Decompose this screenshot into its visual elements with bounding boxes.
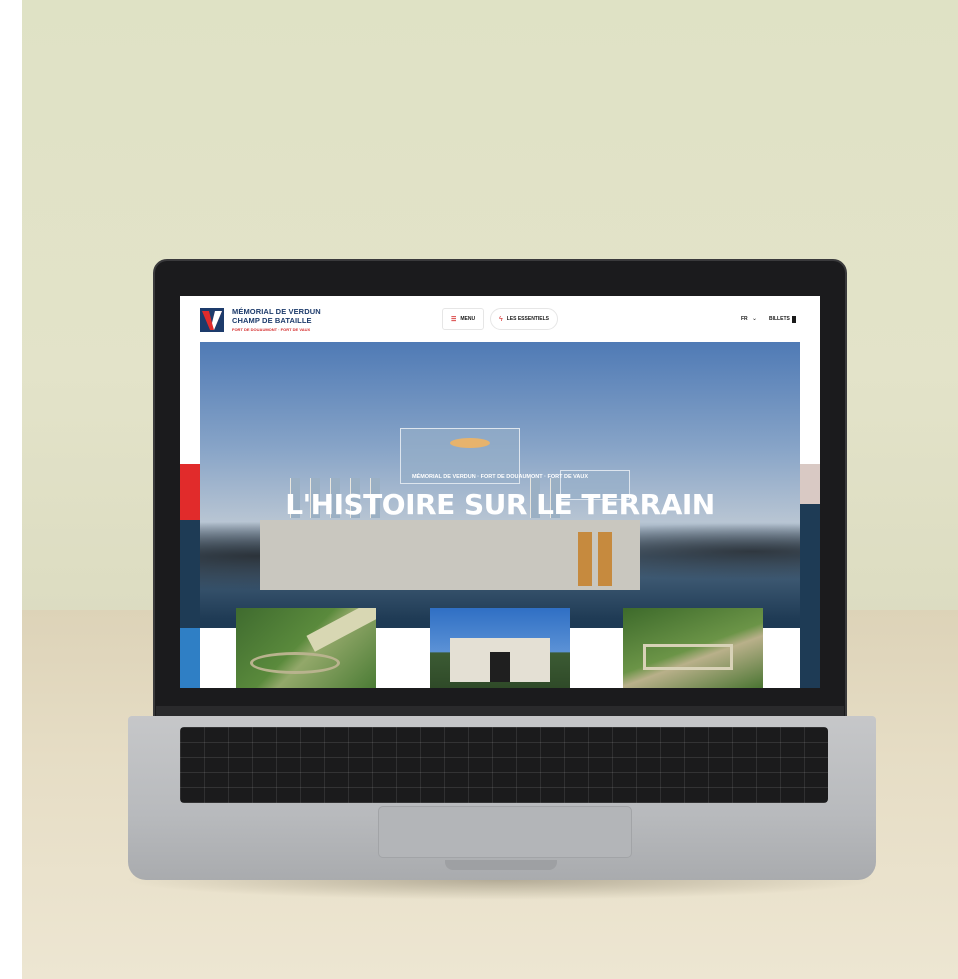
laptop-lip <box>445 860 557 870</box>
building-door <box>598 532 612 586</box>
thumb-spacer <box>376 628 430 688</box>
hero-kicker: MÉMORIAL DE VERDUN · FORT DE DOUAUMONT ·… <box>411 474 589 480</box>
essentials-button-label: LES ESSENTIELS <box>506 316 549 322</box>
essentials-button[interactable]: ϟ LES ESSENTIELS <box>490 308 558 330</box>
thumb-spacer <box>200 628 236 688</box>
aerial-path <box>306 608 376 652</box>
site-header: MÉMORIAL DE VERDUN CHAMP DE BATAILLE FOR… <box>180 296 820 342</box>
logo-v-icon[interactable] <box>200 308 224 332</box>
menu-button[interactable]: ☰ MENU <box>442 308 484 330</box>
fort-outline <box>643 644 733 670</box>
building-door <box>578 532 592 586</box>
brand-strip-right <box>800 464 820 688</box>
logo-subtitle: FORT DE DOUAUMONT · FORT DE VAUX <box>232 327 311 332</box>
tickets-link[interactable]: BILLETS <box>769 316 790 322</box>
bolt-icon: ϟ <box>499 315 503 323</box>
fort-outline <box>250 652 340 674</box>
trackpad <box>378 806 632 858</box>
menu-button-label: MENU <box>460 316 476 322</box>
site-card-memorial[interactable] <box>430 608 570 688</box>
building-light <box>450 438 490 448</box>
hero-title: L'HISTOIRE SUR LE TERRAIN <box>285 488 715 521</box>
hamburger-icon: ☰ <box>450 316 457 323</box>
thumb-spacer <box>763 628 800 688</box>
ticket-icon[interactable] <box>792 316 796 323</box>
logo-title-line2: CHAMP DE BATAILLE <box>232 316 312 325</box>
language-selector[interactable]: FR <box>741 316 748 322</box>
frame-edge <box>0 0 22 979</box>
brand-strip-left <box>180 464 200 688</box>
site-card-fort-vaux[interactable] <box>623 608 763 688</box>
logo-title-line1: MÉMORIAL DE VERDUN <box>232 307 321 316</box>
site-card-fort-douaumont[interactable] <box>236 608 376 688</box>
keyboard <box>180 727 828 803</box>
chevron-down-icon[interactable]: ⌄ <box>752 315 757 322</box>
thumb-spacer <box>570 628 623 688</box>
laptop-screen: MÉMORIAL DE VERDUN CHAMP DE BATAILLE FOR… <box>180 296 820 688</box>
memorial-entrance <box>490 652 510 682</box>
